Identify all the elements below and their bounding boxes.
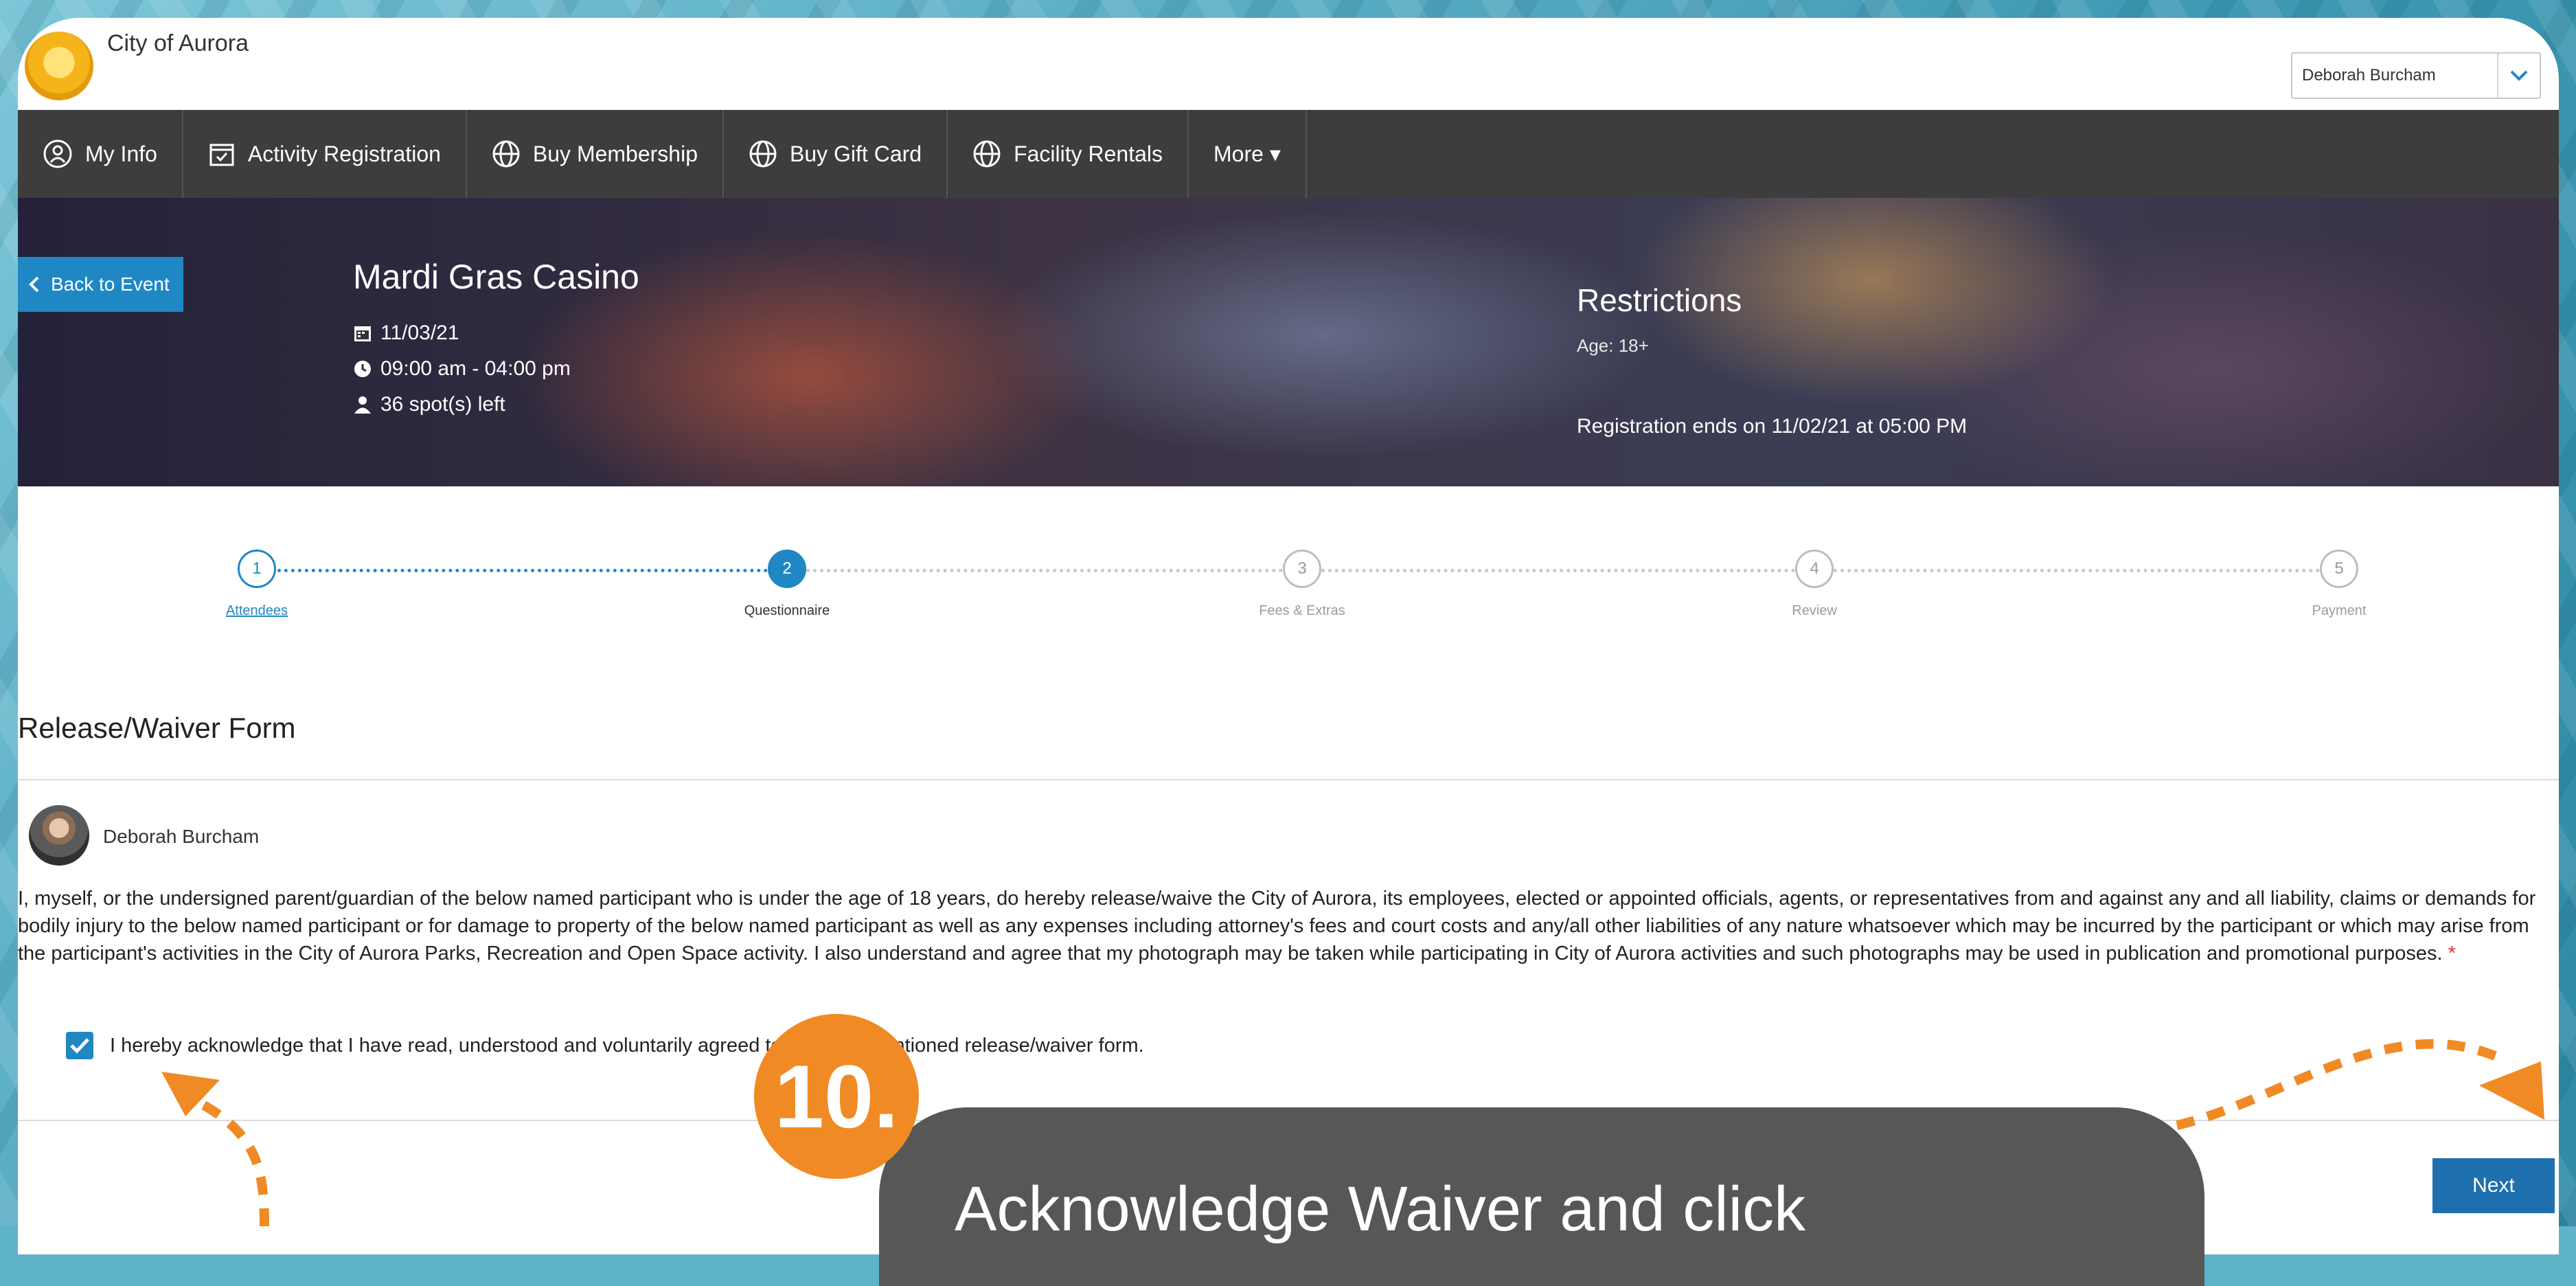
tutorial-arrows <box>161 1039 2544 1226</box>
arrowhead-icon <box>2479 1061 2544 1120</box>
arrow-to-next <box>2176 1039 2502 1130</box>
arrow-to-checkbox <box>176 1087 269 1226</box>
